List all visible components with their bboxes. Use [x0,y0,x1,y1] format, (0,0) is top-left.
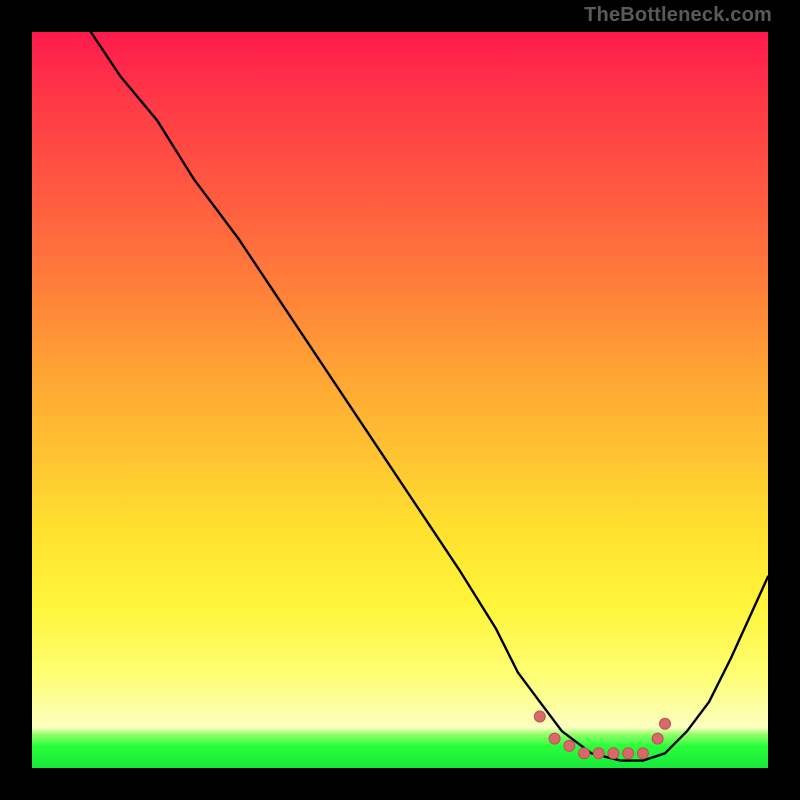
plot-area [32,32,768,768]
valley-marker [593,748,604,759]
valley-marker [660,718,671,729]
chart-svg [32,32,768,768]
valley-marker [564,740,575,751]
valley-markers [534,711,670,759]
valley-marker [623,748,634,759]
valley-marker [652,733,663,744]
bottleneck-curve [91,32,768,761]
valley-marker [579,748,590,759]
valley-marker [534,711,545,722]
valley-marker [637,748,648,759]
valley-marker [549,733,560,744]
chart-frame: TheBottleneck.com [0,0,800,800]
watermark-text: TheBottleneck.com [584,4,772,27]
valley-marker [608,748,619,759]
